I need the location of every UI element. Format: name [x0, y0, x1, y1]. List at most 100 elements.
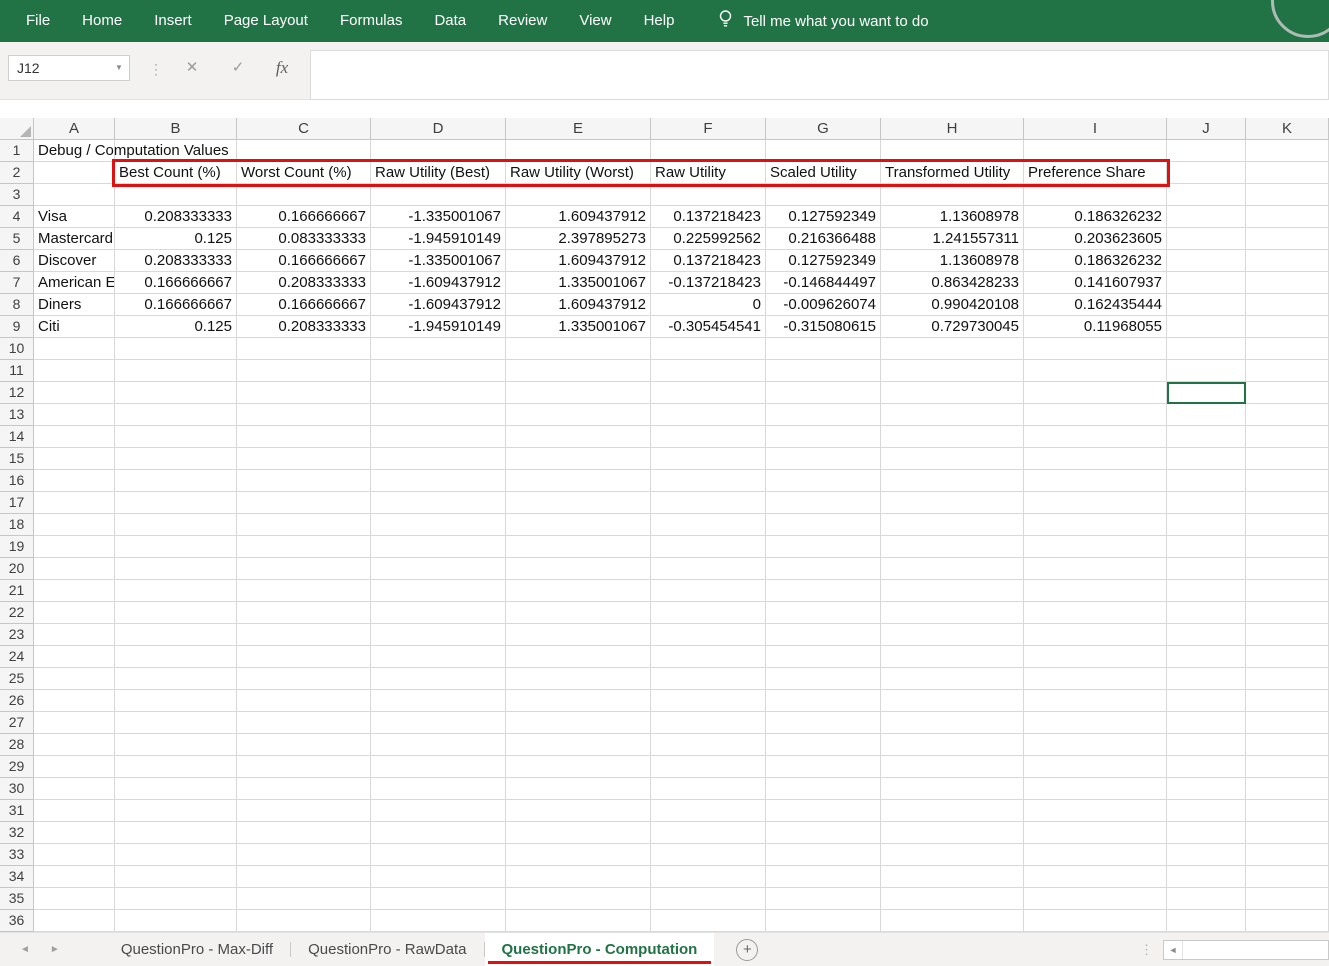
cell-A14[interactable] — [34, 426, 115, 448]
cell-H30[interactable] — [881, 778, 1024, 800]
cell-F25[interactable] — [651, 668, 766, 690]
cell-C29[interactable] — [237, 756, 371, 778]
row-header-22[interactable]: 22 — [0, 602, 34, 624]
cell-D20[interactable] — [371, 558, 506, 580]
cell-E8[interactable]: 1.609437912 — [506, 294, 651, 316]
cell-I3[interactable] — [1024, 184, 1167, 206]
cell-A32[interactable] — [34, 822, 115, 844]
cell-J32[interactable] — [1167, 822, 1246, 844]
cell-B26[interactable] — [115, 690, 237, 712]
cell-G26[interactable] — [766, 690, 881, 712]
cell-J16[interactable] — [1167, 470, 1246, 492]
cell-H10[interactable] — [881, 338, 1024, 360]
column-header-G[interactable]: G — [766, 118, 881, 140]
cell-G36[interactable] — [766, 910, 881, 932]
menu-tab-formulas[interactable]: Formulas — [324, 0, 419, 42]
cell-C15[interactable] — [237, 448, 371, 470]
cell-B2[interactable]: Best Count (%) — [115, 162, 237, 184]
cell-F2[interactable]: Raw Utility — [651, 162, 766, 184]
cell-D16[interactable] — [371, 470, 506, 492]
cell-J3[interactable] — [1167, 184, 1246, 206]
cell-J5[interactable] — [1167, 228, 1246, 250]
cell-F32[interactable] — [651, 822, 766, 844]
row-header-7[interactable]: 7 — [0, 272, 34, 294]
menu-tab-page-layout[interactable]: Page Layout — [208, 0, 324, 42]
cell-H26[interactable] — [881, 690, 1024, 712]
cell-K7[interactable] — [1246, 272, 1329, 294]
cell-H28[interactable] — [881, 734, 1024, 756]
cell-K22[interactable] — [1246, 602, 1329, 624]
cell-A31[interactable] — [34, 800, 115, 822]
cell-C22[interactable] — [237, 602, 371, 624]
cell-C33[interactable] — [237, 844, 371, 866]
cell-D17[interactable] — [371, 492, 506, 514]
cell-A26[interactable] — [34, 690, 115, 712]
cell-J17[interactable] — [1167, 492, 1246, 514]
column-header-H[interactable]: H — [881, 118, 1024, 140]
cell-G28[interactable] — [766, 734, 881, 756]
cell-B19[interactable] — [115, 536, 237, 558]
cell-A34[interactable] — [34, 866, 115, 888]
cell-B17[interactable] — [115, 492, 237, 514]
cell-K3[interactable] — [1246, 184, 1329, 206]
cell-C14[interactable] — [237, 426, 371, 448]
cell-J31[interactable] — [1167, 800, 1246, 822]
cell-F33[interactable] — [651, 844, 766, 866]
column-header-A[interactable]: A — [34, 118, 115, 140]
cell-K9[interactable] — [1246, 316, 1329, 338]
cell-C20[interactable] — [237, 558, 371, 580]
cell-E30[interactable] — [506, 778, 651, 800]
cell-D8[interactable]: -1.609437912 — [371, 294, 506, 316]
cell-E3[interactable] — [506, 184, 651, 206]
cell-J35[interactable] — [1167, 888, 1246, 910]
cell-I23[interactable] — [1024, 624, 1167, 646]
cell-H27[interactable] — [881, 712, 1024, 734]
scroll-left-icon[interactable]: ◄ — [1164, 941, 1183, 959]
cell-E35[interactable] — [506, 888, 651, 910]
cell-K33[interactable] — [1246, 844, 1329, 866]
cell-K5[interactable] — [1246, 228, 1329, 250]
cell-G35[interactable] — [766, 888, 881, 910]
cell-J21[interactable] — [1167, 580, 1246, 602]
cell-D10[interactable] — [371, 338, 506, 360]
cell-E27[interactable] — [506, 712, 651, 734]
cell-D4[interactable]: -1.335001067 — [371, 206, 506, 228]
cell-J8[interactable] — [1167, 294, 1246, 316]
cell-E11[interactable] — [506, 360, 651, 382]
cell-C16[interactable] — [237, 470, 371, 492]
cell-E28[interactable] — [506, 734, 651, 756]
cell-C10[interactable] — [237, 338, 371, 360]
cell-K31[interactable] — [1246, 800, 1329, 822]
cell-C36[interactable] — [237, 910, 371, 932]
cell-H8[interactable]: 0.990420108 — [881, 294, 1024, 316]
cell-K6[interactable] — [1246, 250, 1329, 272]
cell-I6[interactable]: 0.186326232 — [1024, 250, 1167, 272]
column-header-B[interactable]: B — [115, 118, 237, 140]
cell-F22[interactable] — [651, 602, 766, 624]
cell-E14[interactable] — [506, 426, 651, 448]
cell-J19[interactable] — [1167, 536, 1246, 558]
cell-A9[interactable]: Citi — [34, 316, 115, 338]
cell-F27[interactable] — [651, 712, 766, 734]
cell-H9[interactable]: 0.729730045 — [881, 316, 1024, 338]
cell-F17[interactable] — [651, 492, 766, 514]
cell-J10[interactable] — [1167, 338, 1246, 360]
cell-E36[interactable] — [506, 910, 651, 932]
cell-K18[interactable] — [1246, 514, 1329, 536]
cell-C5[interactable]: 0.083333333 — [237, 228, 371, 250]
cell-E7[interactable]: 1.335001067 — [506, 272, 651, 294]
cell-E33[interactable] — [506, 844, 651, 866]
row-header-30[interactable]: 30 — [0, 778, 34, 800]
cell-J23[interactable] — [1167, 624, 1246, 646]
cell-A21[interactable] — [34, 580, 115, 602]
row-header-19[interactable]: 19 — [0, 536, 34, 558]
row-header-35[interactable]: 35 — [0, 888, 34, 910]
cell-F29[interactable] — [651, 756, 766, 778]
cell-A25[interactable] — [34, 668, 115, 690]
cell-K12[interactable] — [1246, 382, 1329, 404]
row-header-2[interactable]: 2 — [0, 162, 34, 184]
formula-input[interactable] — [310, 50, 1329, 100]
cell-C6[interactable]: 0.166666667 — [237, 250, 371, 272]
cell-J30[interactable] — [1167, 778, 1246, 800]
row-header-20[interactable]: 20 — [0, 558, 34, 580]
